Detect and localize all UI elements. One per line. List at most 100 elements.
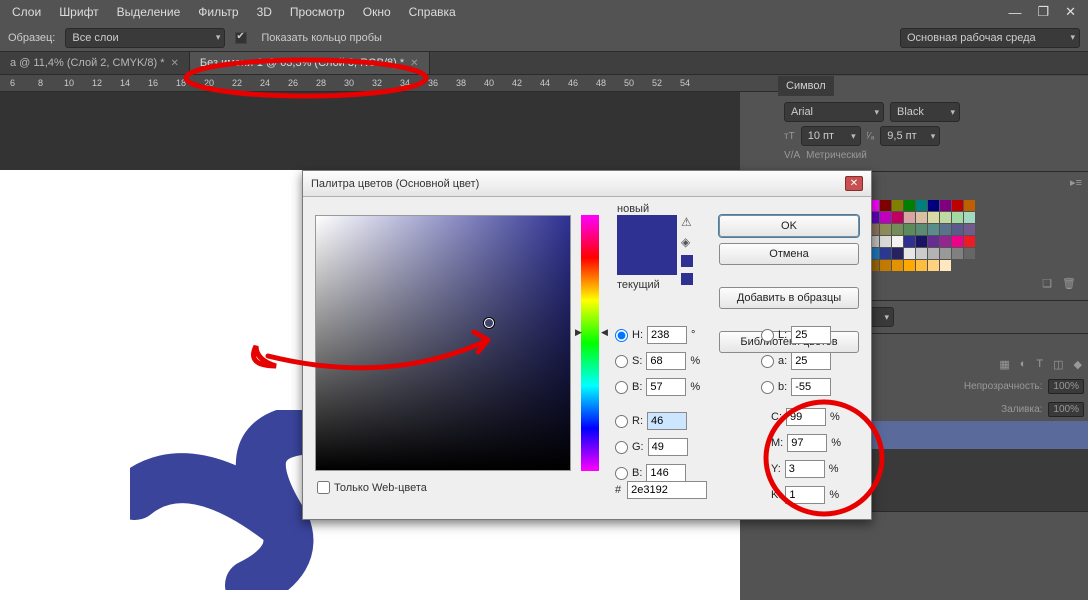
swatch[interactable] <box>916 248 927 259</box>
swatch[interactable] <box>952 224 963 235</box>
filter-shape-icon[interactable]: ◫ <box>1053 358 1063 371</box>
web-only-checkbox[interactable] <box>317 481 330 494</box>
menu-layers[interactable]: Слои <box>12 5 41 19</box>
swatch[interactable] <box>904 260 915 271</box>
swatch[interactable] <box>928 248 939 259</box>
swatch[interactable] <box>964 248 975 259</box>
swatch[interactable] <box>880 248 891 259</box>
close-tab-icon[interactable]: ✕ <box>410 58 418 69</box>
menu-help[interactable]: Справка <box>409 5 456 19</box>
swatch[interactable] <box>940 260 951 271</box>
character-tab[interactable]: Символ <box>778 76 834 96</box>
workspace-switcher[interactable]: Основная рабочая среда <box>900 28 1080 48</box>
swatch[interactable] <box>892 248 903 259</box>
swatch[interactable] <box>940 212 951 223</box>
swatch[interactable] <box>940 200 951 211</box>
green-radio[interactable] <box>615 441 628 454</box>
document-tab-2[interactable]: Без имени-1 @ 63,3% (Слой 3, RGB/8) * ✕ <box>190 52 430 74</box>
menu-3d[interactable]: 3D <box>257 5 272 19</box>
swatch[interactable] <box>952 200 963 211</box>
b-radio[interactable] <box>761 381 774 394</box>
swatch[interactable] <box>880 224 891 235</box>
sv-cursor[interactable] <box>484 318 494 328</box>
panel-menu-icon[interactable]: ▸≡ <box>1070 176 1082 189</box>
menu-filter[interactable]: Фильтр <box>198 5 238 19</box>
minimize-button[interactable]: — <box>1008 5 1021 20</box>
brightness-radio[interactable] <box>615 381 628 394</box>
dialog-titlebar[interactable]: Палитра цветов (Основной цвет) ✕ <box>303 171 871 197</box>
brightness-input[interactable] <box>646 378 686 396</box>
green-input[interactable] <box>648 438 688 456</box>
leading-select[interactable]: 9,5 пт <box>880 126 940 146</box>
hue-radio[interactable] <box>615 329 628 342</box>
menu-select[interactable]: Выделение <box>117 5 181 19</box>
swatch[interactable] <box>916 236 927 247</box>
swatch[interactable] <box>928 200 939 211</box>
document-tab-1[interactable]: а @ 11,4% (Слой 2, CMYK/8) * ✕ <box>0 52 190 74</box>
swatch[interactable] <box>964 212 975 223</box>
new-swatch-icon[interactable]: ❏ <box>1042 277 1052 290</box>
dialog-close-button[interactable]: ✕ <box>845 176 863 191</box>
y-input[interactable] <box>785 460 825 478</box>
add-to-swatches-button[interactable]: Добавить в образцы <box>719 287 859 309</box>
swatch[interactable] <box>904 236 915 247</box>
font-style-select[interactable]: Black <box>890 102 960 122</box>
font-size-select[interactable]: 10 пт <box>801 126 861 146</box>
swatch[interactable] <box>892 224 903 235</box>
blue-input[interactable] <box>646 464 686 482</box>
swatch[interactable] <box>928 224 939 235</box>
swatch[interactable] <box>916 260 927 271</box>
swatch[interactable] <box>892 260 903 271</box>
sample-layers-select[interactable]: Все слои <box>65 28 225 48</box>
l-radio[interactable] <box>761 329 774 342</box>
swatch[interactable] <box>880 212 891 223</box>
m-input[interactable] <box>787 434 827 452</box>
swatch[interactable] <box>940 248 951 259</box>
hue-slider[interactable] <box>581 215 599 471</box>
font-family-select[interactable]: Arial <box>784 102 884 122</box>
saturation-value-field[interactable] <box>315 215 571 471</box>
swatch[interactable] <box>964 200 975 211</box>
swatch[interactable] <box>928 236 939 247</box>
hue-input[interactable] <box>647 326 687 344</box>
menu-view[interactable]: Просмотр <box>290 5 345 19</box>
hex-input[interactable] <box>627 481 707 499</box>
cube-icon[interactable]: ◈ <box>681 235 697 249</box>
blue-radio[interactable] <box>615 467 628 480</box>
show-sampling-ring-checkbox[interactable] <box>235 32 247 44</box>
red-input[interactable] <box>647 412 687 430</box>
saturation-radio[interactable] <box>615 355 628 368</box>
b-input[interactable] <box>791 378 831 396</box>
fill-value[interactable]: 100% <box>1048 402 1084 417</box>
swatch[interactable] <box>916 200 927 211</box>
swatch[interactable] <box>904 224 915 235</box>
close-button[interactable]: ✕ <box>1065 4 1076 20</box>
swatch[interactable] <box>880 200 891 211</box>
nearest-swatch[interactable] <box>681 273 693 285</box>
swatch[interactable] <box>928 212 939 223</box>
k-input[interactable] <box>785 486 825 504</box>
swatch[interactable] <box>904 200 915 211</box>
swatch[interactable] <box>952 248 963 259</box>
swatch[interactable] <box>916 224 927 235</box>
maximize-button[interactable]: ❐ <box>1037 4 1049 20</box>
swatch[interactable] <box>916 212 927 223</box>
swatch[interactable] <box>928 260 939 271</box>
filter-adjust-icon[interactable]: ◐ <box>1020 358 1027 371</box>
swatch[interactable] <box>940 236 951 247</box>
cancel-button[interactable]: Отмена <box>719 243 859 265</box>
ok-button[interactable]: OK <box>719 215 859 237</box>
websafe-swatch[interactable] <box>681 255 693 267</box>
a-radio[interactable] <box>761 355 774 368</box>
l-input[interactable] <box>791 326 831 344</box>
menu-window[interactable]: Окно <box>363 5 391 19</box>
menu-font[interactable]: Шрифт <box>59 5 98 19</box>
swatch[interactable] <box>940 224 951 235</box>
filter-type-icon[interactable]: T <box>1036 358 1043 371</box>
swatch[interactable] <box>880 260 891 271</box>
swatch[interactable] <box>892 212 903 223</box>
swatch[interactable] <box>880 236 891 247</box>
close-tab-icon[interactable]: ✕ <box>170 58 178 69</box>
swatch[interactable] <box>964 236 975 247</box>
filter-images-icon[interactable]: ▦ <box>999 358 1009 371</box>
